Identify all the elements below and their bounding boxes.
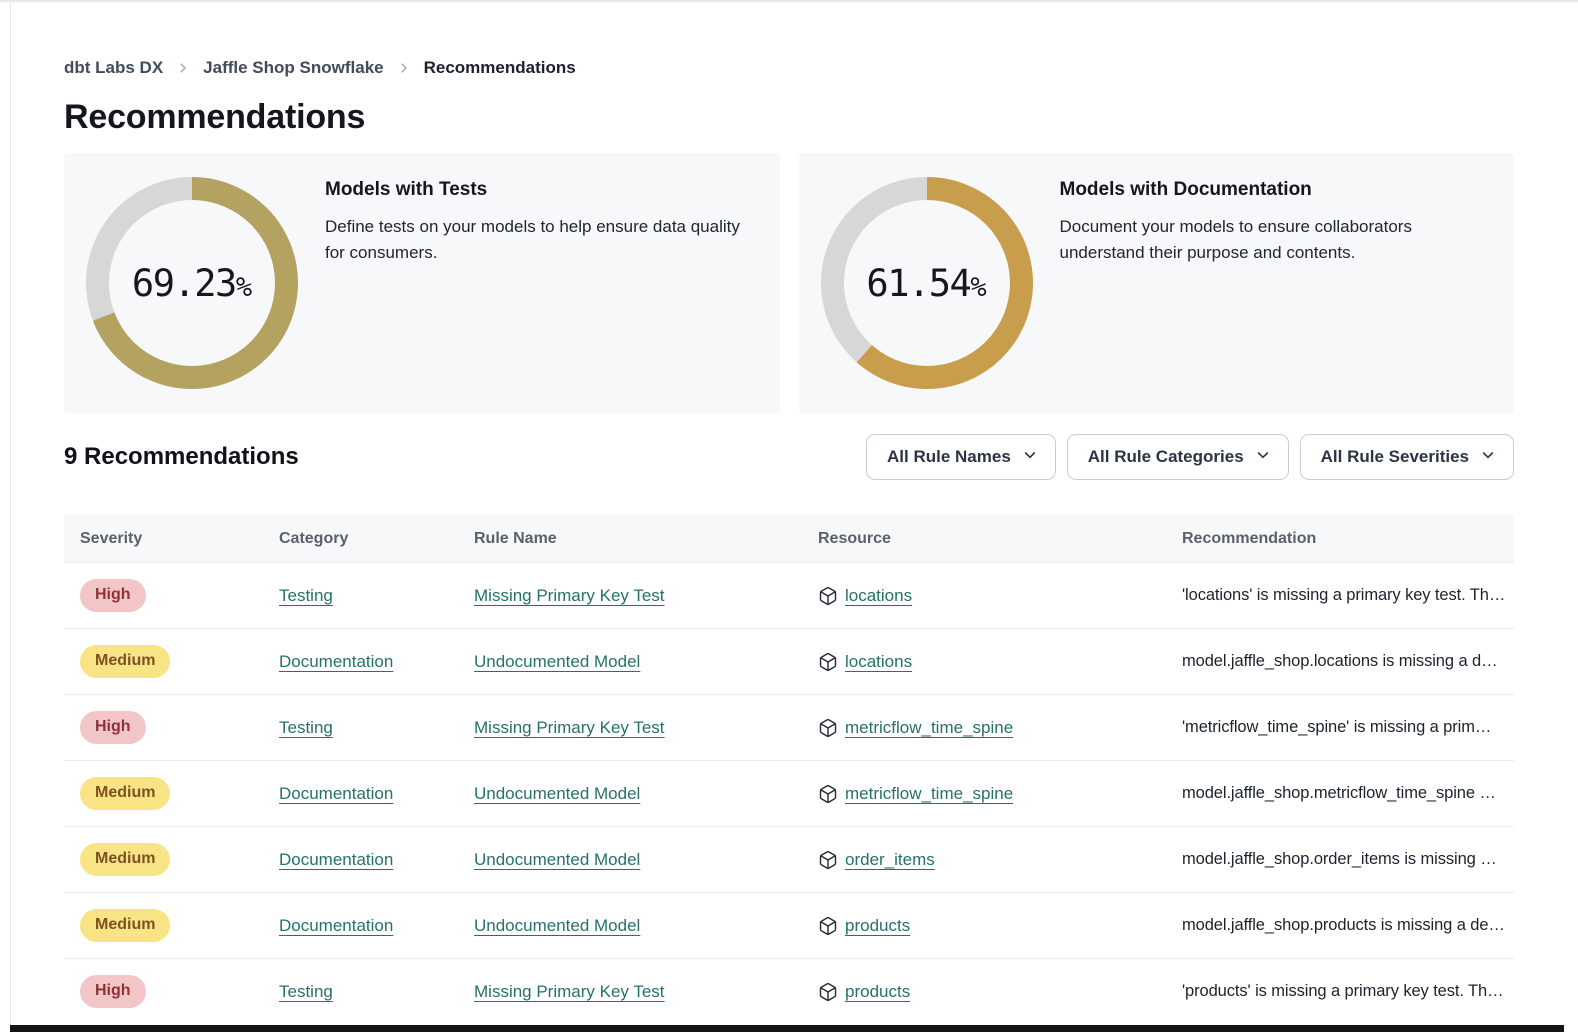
recommendation-text: 'locations' is missing a primary key tes… <box>1166 586 1514 605</box>
column-header-rule-name: Rule Name <box>458 530 802 548</box>
metric-cards: 69.23% Models with Tests Define tests on… <box>64 153 1514 413</box>
resource-link[interactable]: locations <box>845 586 912 606</box>
donut-center: 61.54% <box>844 200 1010 366</box>
package-icon <box>818 916 838 936</box>
breadcrumb-link-account[interactable]: dbt Labs DX <box>64 58 163 78</box>
package-icon <box>818 586 838 606</box>
main-content: dbt Labs DX Jaffle Shop Snowflake Recomm… <box>64 0 1514 1024</box>
package-icon <box>818 718 838 738</box>
category-link[interactable]: Documentation <box>279 652 393 671</box>
package-icon <box>818 982 838 1002</box>
donut-percent-value: 69.23% <box>132 262 252 305</box>
filter-label: All Rule Categories <box>1088 447 1244 467</box>
page-title: Recommendations <box>64 98 1514 137</box>
column-header-resource: Resource <box>802 530 1166 548</box>
recommendations-count: 9 Recommendations <box>64 443 299 471</box>
resource-link[interactable]: metricflow_time_spine <box>845 718 1013 738</box>
resource-link[interactable]: locations <box>845 652 912 672</box>
severity-badge: High <box>80 711 146 744</box>
card-title: Models with Documentation <box>1060 179 1480 201</box>
severity-badge: Medium <box>80 843 170 876</box>
donut-percent-value: 61.54% <box>866 262 986 305</box>
table-row: Medium Documentation Undocumented Model … <box>64 760 1514 826</box>
rule-name-link[interactable]: Missing Primary Key Test <box>474 586 665 605</box>
filter-label: All Rule Severities <box>1321 447 1469 467</box>
filter-bar: All Rule Names All Rule Categories All R… <box>866 434 1514 480</box>
table-row: Medium Documentation Undocumented Model … <box>64 892 1514 958</box>
category-link[interactable]: Testing <box>279 586 333 605</box>
chevron-down-icon <box>1255 447 1271 468</box>
metric-card-models-with-tests: 69.23% Models with Tests Define tests on… <box>64 153 780 413</box>
filter-rule-names-dropdown[interactable]: All Rule Names <box>866 434 1056 480</box>
column-header-severity: Severity <box>64 530 263 548</box>
table-row: Medium Documentation Undocumented Model … <box>64 628 1514 694</box>
recommendations-table: Severity Category Rule Name Resource Rec… <box>64 515 1514 1024</box>
package-icon <box>818 784 838 804</box>
chevron-right-icon <box>397 61 411 75</box>
card-title: Models with Tests <box>325 179 760 201</box>
filter-rule-severities-dropdown[interactable]: All Rule Severities <box>1300 434 1514 480</box>
metric-card-models-with-documentation: 61.54% Models with Documentation Documen… <box>799 153 1515 413</box>
donut-center: 69.23% <box>109 200 275 366</box>
package-icon <box>818 850 838 870</box>
table-row: High Testing Missing Primary Key Test pr… <box>64 958 1514 1024</box>
recommendation-text: 'products' is missing a primary key test… <box>1166 982 1514 1001</box>
chevron-down-icon <box>1022 447 1038 468</box>
chevron-right-icon <box>176 61 190 75</box>
severity-badge: High <box>80 579 146 612</box>
breadcrumb: dbt Labs DX Jaffle Shop Snowflake Recomm… <box>64 58 1514 78</box>
table-row: High Testing Missing Primary Key Test me… <box>64 694 1514 760</box>
chevron-down-icon <box>1480 447 1496 468</box>
category-link[interactable]: Documentation <box>279 916 393 935</box>
category-link[interactable]: Documentation <box>279 784 393 803</box>
severity-badge: Medium <box>80 909 170 942</box>
category-link[interactable]: Documentation <box>279 850 393 869</box>
rule-name-link[interactable]: Missing Primary Key Test <box>474 718 665 737</box>
table-header-row: Severity Category Rule Name Resource Rec… <box>64 515 1514 562</box>
list-header: 9 Recommendations All Rule Names All Rul… <box>64 434 1514 480</box>
recommendation-text: model.jaffle_shop.metricflow_time_spine … <box>1166 784 1514 803</box>
category-link[interactable]: Testing <box>279 982 333 1001</box>
severity-badge: High <box>80 975 146 1008</box>
filter-label: All Rule Names <box>887 447 1011 467</box>
severity-badge: Medium <box>80 645 170 678</box>
card-description: Define tests on your models to help ensu… <box>325 214 760 267</box>
package-icon <box>818 652 838 672</box>
recommendation-text: model.jaffle_shop.locations is missing a… <box>1166 652 1514 671</box>
card-description: Document your models to ensure collabora… <box>1060 214 1480 267</box>
rule-name-link[interactable]: Undocumented Model <box>474 916 640 935</box>
recommendation-text: 'metricflow_time_spine' is missing a pri… <box>1166 718 1514 737</box>
donut-chart-documentation: 61.54% <box>821 177 1033 389</box>
severity-badge: Medium <box>80 777 170 810</box>
column-header-recommendation: Recommendation <box>1166 530 1514 548</box>
donut-chart-tests: 69.23% <box>86 177 298 389</box>
category-link[interactable]: Testing <box>279 718 333 737</box>
column-header-category: Category <box>263 530 458 548</box>
resource-link[interactable]: order_items <box>845 850 935 870</box>
recommendation-text: model.jaffle_shop.order_items is missing… <box>1166 850 1514 869</box>
resource-link[interactable]: products <box>845 982 910 1002</box>
rule-name-link[interactable]: Undocumented Model <box>474 652 640 671</box>
window-bottom-edge <box>10 1025 1564 1032</box>
filter-rule-categories-dropdown[interactable]: All Rule Categories <box>1067 434 1289 480</box>
sidebar-edge-divider <box>10 2 11 1032</box>
recommendation-text: model.jaffle_shop.products is missing a … <box>1166 916 1514 935</box>
resource-link[interactable]: metricflow_time_spine <box>845 784 1013 804</box>
table-row: Medium Documentation Undocumented Model … <box>64 826 1514 892</box>
rule-name-link[interactable]: Missing Primary Key Test <box>474 982 665 1001</box>
rule-name-link[interactable]: Undocumented Model <box>474 784 640 803</box>
rule-name-link[interactable]: Undocumented Model <box>474 850 640 869</box>
table-row: High Testing Missing Primary Key Test lo… <box>64 562 1514 628</box>
breadcrumb-link-project[interactable]: Jaffle Shop Snowflake <box>203 58 383 78</box>
breadcrumb-current-page: Recommendations <box>424 58 576 78</box>
resource-link[interactable]: products <box>845 916 910 936</box>
